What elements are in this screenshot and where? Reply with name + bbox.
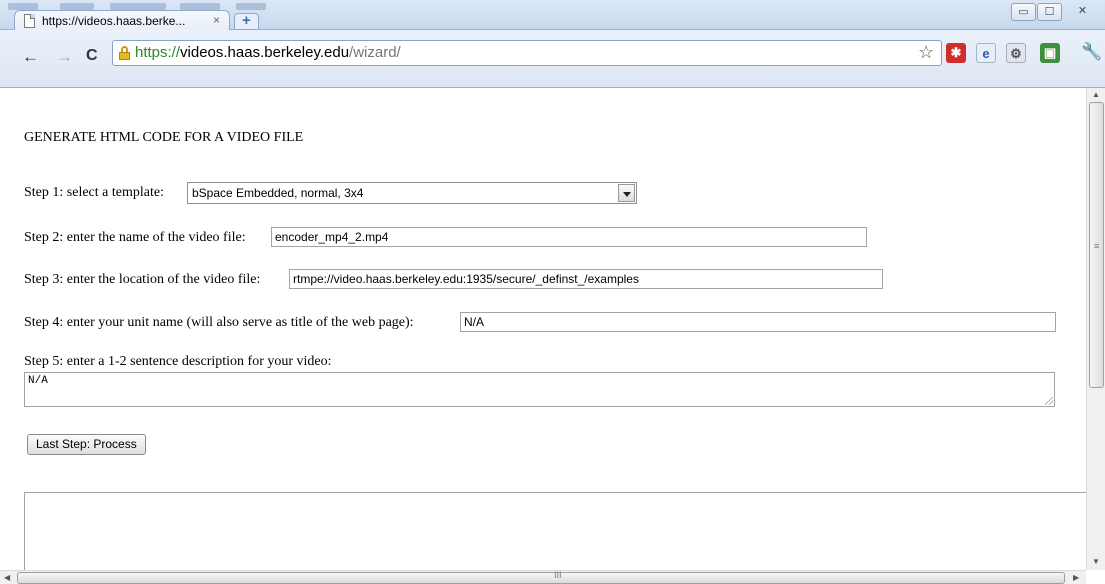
- description-text: N/A: [28, 375, 48, 387]
- maximize-button[interactable]: ☐: [1037, 3, 1062, 21]
- menu-blur: [180, 3, 220, 10]
- output-html-textarea[interactable]: [24, 492, 1086, 570]
- close-window-button[interactable]: ✕: [1070, 3, 1095, 21]
- grip-icon: III: [554, 570, 562, 580]
- page-icon: [24, 14, 35, 28]
- menu-blur: [236, 3, 266, 10]
- menu-blur: [8, 3, 38, 10]
- template-select[interactable]: bSpace Embedded, normal, 3x4: [187, 182, 637, 204]
- template-selected-value: bSpace Embedded, normal, 3x4: [192, 186, 364, 200]
- bookmark-star-icon[interactable]: ☆: [918, 42, 934, 63]
- url-scheme: https://: [135, 44, 181, 61]
- back-button[interactable]: ←: [22, 47, 39, 67]
- chevron-down-icon[interactable]: [618, 184, 635, 202]
- unit-name-input[interactable]: N/A: [460, 312, 1056, 332]
- browser-toolbar: ← → C https://videos.haas.berkeley.edu/w…: [0, 30, 1105, 88]
- scroll-up-icon[interactable]: ▲: [1092, 90, 1100, 99]
- address-bar[interactable]: https://videos.haas.berkeley.edu/wizard/: [112, 40, 942, 66]
- reload-button[interactable]: C: [86, 47, 98, 65]
- minimize-button[interactable]: ▭: [1011, 3, 1036, 21]
- tab-close-icon[interactable]: ×: [213, 13, 220, 27]
- step1-label: Step 1: select a template:: [24, 185, 164, 200]
- scroll-left-icon[interactable]: ◀: [4, 573, 10, 582]
- lock-icon: [119, 46, 130, 60]
- process-button[interactable]: Last Step: Process: [27, 434, 146, 455]
- horizontal-scrollbar[interactable]: ◀ III ▶: [0, 570, 1086, 584]
- page-left-edge: [0, 88, 17, 570]
- step2-label: Step 2: enter the name of the video file…: [24, 230, 246, 245]
- extension-red-icon[interactable]: ✱: [946, 43, 966, 63]
- url-path: /wizard/: [349, 44, 401, 61]
- vertical-scrollbar[interactable]: ▲ ≡ ▼: [1086, 88, 1105, 570]
- video-file-name-input[interactable]: encoder_mp4_2.mp4: [271, 227, 867, 247]
- step4-label: Step 4: enter your unit name (will also …: [24, 315, 414, 330]
- step3-label: Step 3: enter the location of the video …: [24, 272, 261, 287]
- menu-blur: [110, 3, 166, 10]
- resize-grip-icon[interactable]: [1045, 397, 1053, 405]
- browser-tab[interactable]: https://videos.haas.berke... ×: [14, 10, 230, 31]
- video-location-input[interactable]: rtmpe://video.haas.berkeley.edu:1935/sec…: [289, 269, 883, 289]
- extension-gray-icon[interactable]: ⚙: [1006, 43, 1026, 63]
- page-title: GENERATE HTML CODE FOR A VIDEO FILE: [24, 130, 304, 145]
- horizontal-scroll-thumb[interactable]: III: [17, 570, 1065, 584]
- page-content: GENERATE HTML CODE FOR A VIDEO FILE Step…: [17, 88, 1086, 570]
- vertical-scroll-thumb[interactable]: ≡: [1089, 102, 1104, 388]
- scroll-down-icon[interactable]: ▼: [1092, 557, 1100, 566]
- forward-button[interactable]: →: [56, 47, 73, 67]
- menu-blur: [60, 3, 94, 10]
- window-titlebar: https://videos.haas.berke... × ▭ ☐ ✕: [0, 0, 1105, 31]
- extension-green-icon[interactable]: ▣: [1040, 43, 1060, 63]
- wrench-icon[interactable]: 🔧: [1081, 42, 1102, 62]
- tab-title: https://videos.haas.berke...: [42, 14, 186, 28]
- scroll-right-icon[interactable]: ▶: [1073, 573, 1079, 582]
- step5-label: Step 5: enter a 1-2 sentence description…: [24, 354, 332, 369]
- description-textarea[interactable]: N/A: [24, 372, 1055, 407]
- grip-icon: ≡: [1094, 241, 1100, 251]
- url-host: videos.haas.berkeley.edu: [180, 44, 350, 61]
- url-text: https://videos.haas.berkeley.edu/wizard/: [135, 44, 401, 61]
- extension-blue-icon[interactable]: e: [976, 43, 996, 63]
- new-tab-button[interactable]: [234, 12, 259, 30]
